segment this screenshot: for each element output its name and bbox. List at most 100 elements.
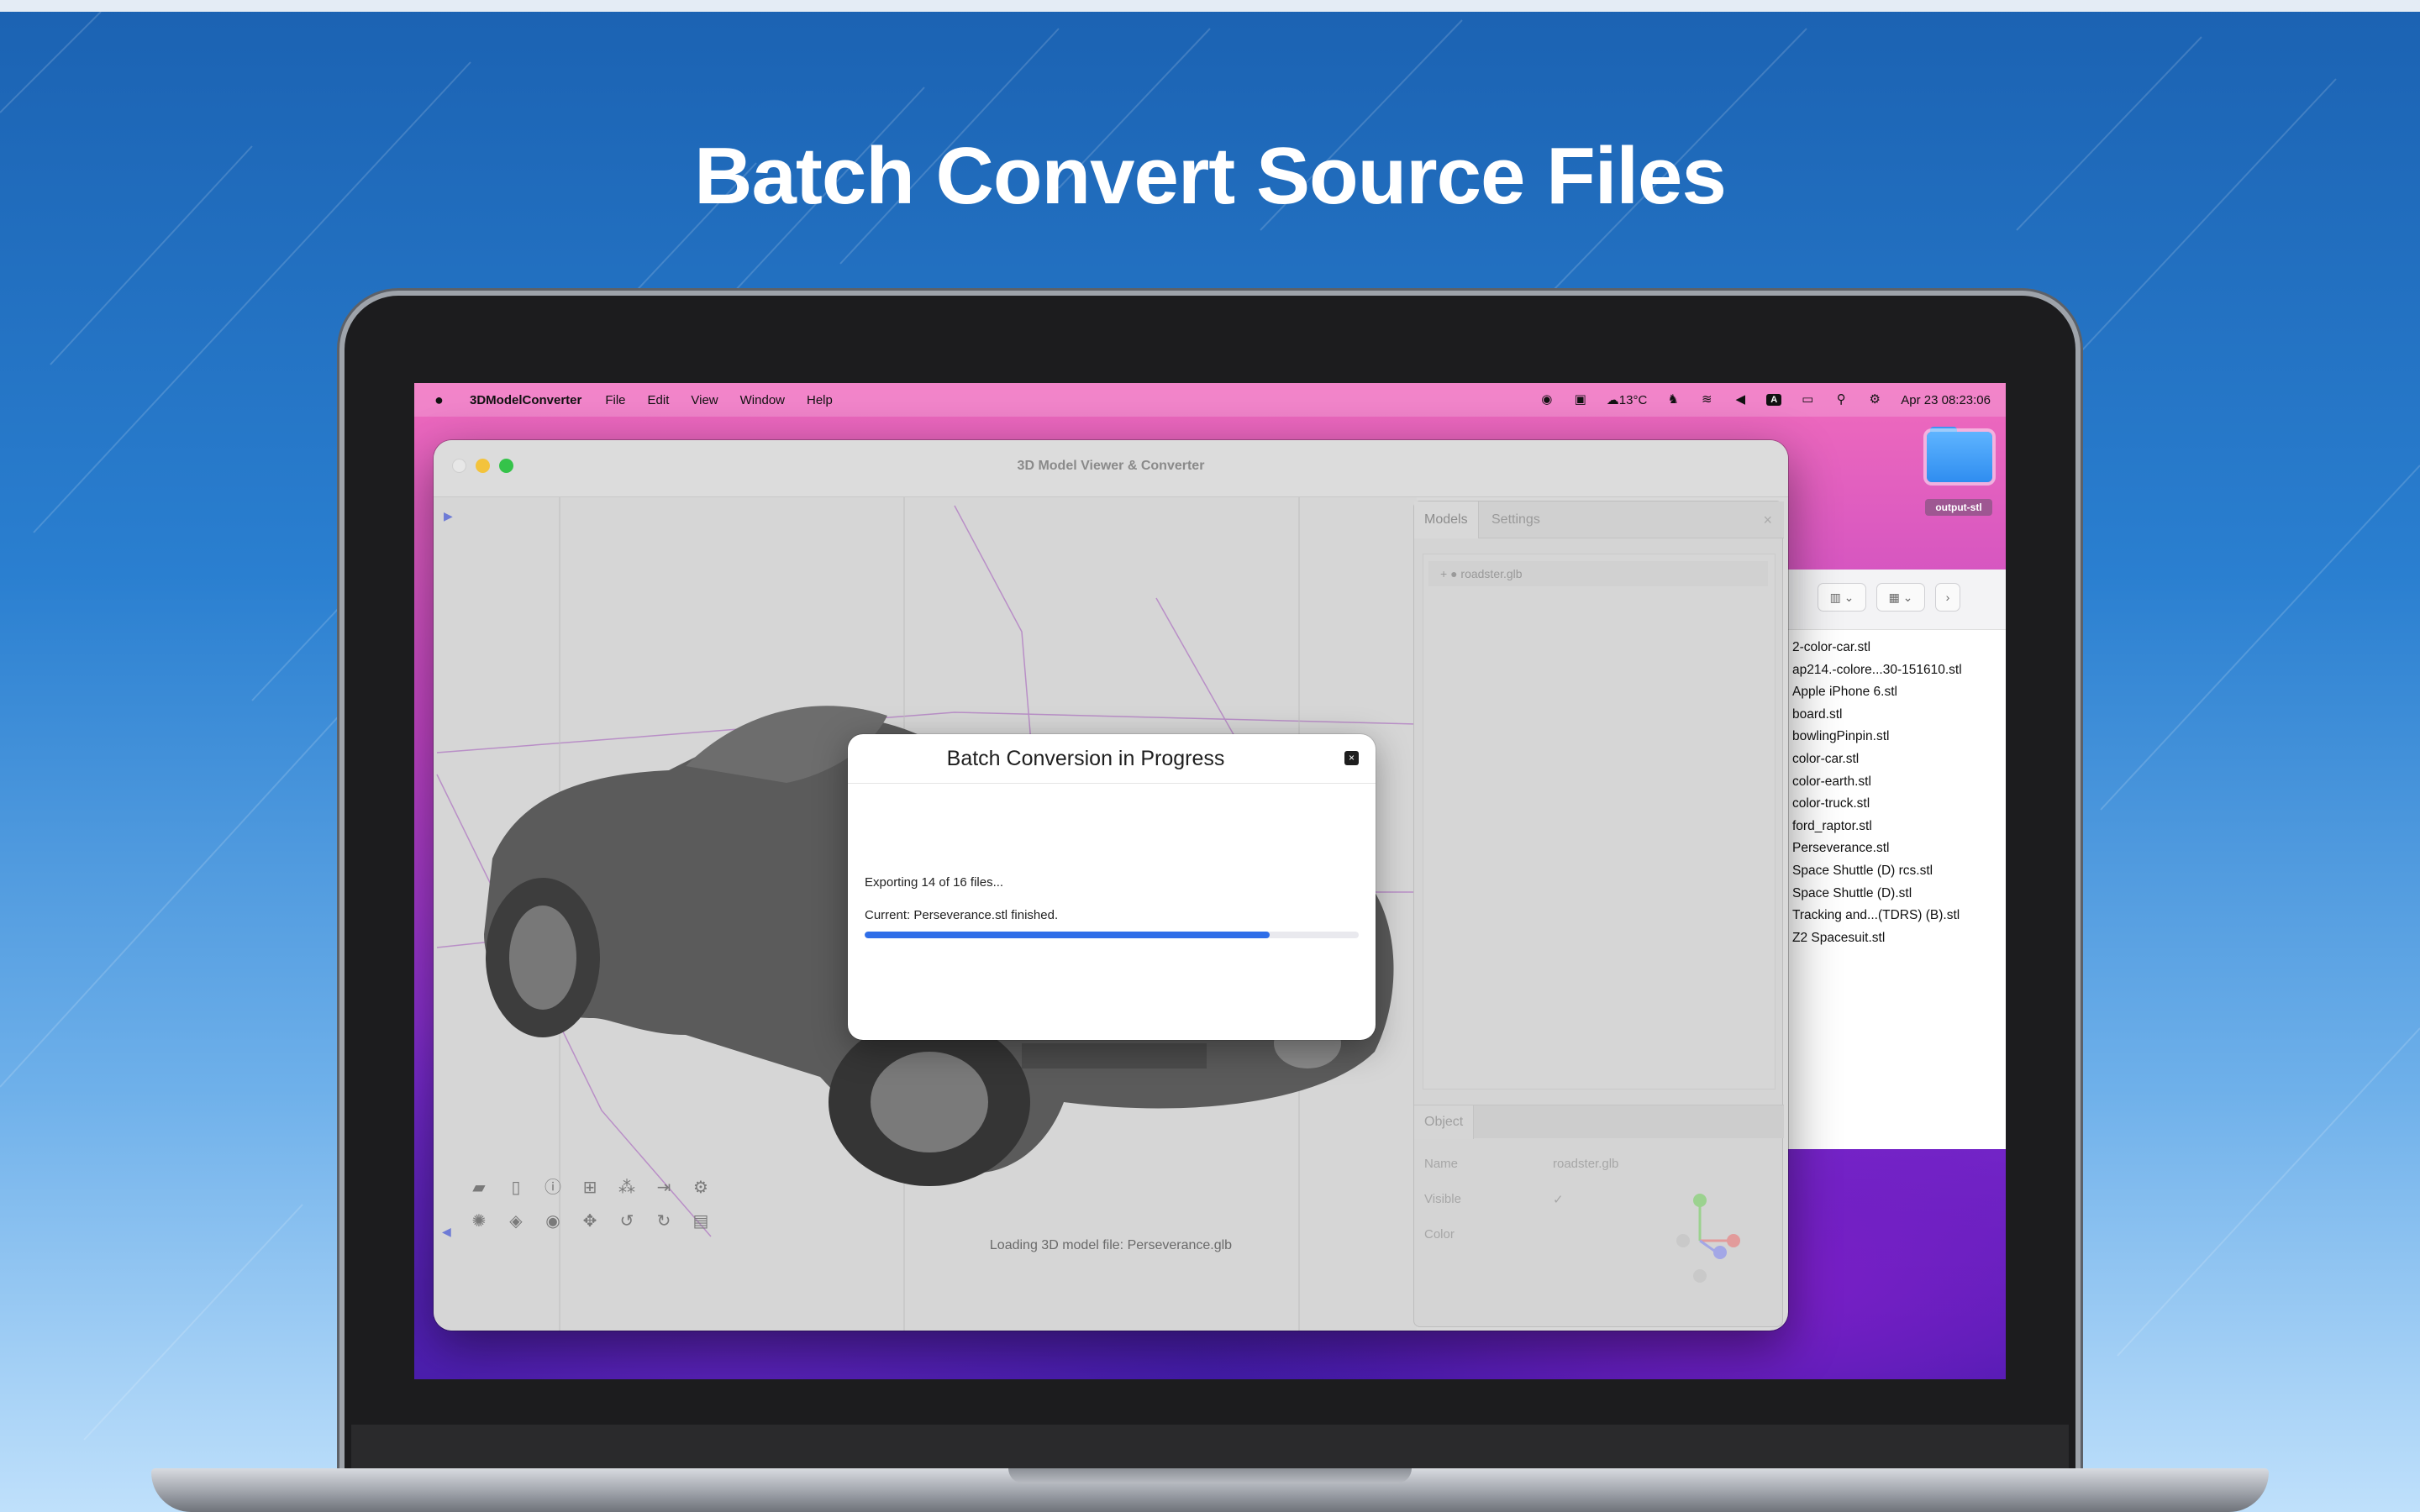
target-icon[interactable]: ◉ [541, 1210, 565, 1233]
file-name: 2-color-car.stl [1792, 640, 1871, 654]
object-header: Object [1414, 1105, 1784, 1139]
file-name: color-car.stl [1792, 751, 1860, 766]
weather-item[interactable]: ☁13°C [1607, 392, 1648, 407]
shapes-icon[interactable]: ⁂ [615, 1176, 639, 1200]
undo-icon[interactable]: ↺ [615, 1210, 639, 1233]
file-row[interactable]: Space Shuttle (D).stl [1750, 883, 2006, 906]
dialog-close-button[interactable]: × [1344, 751, 1359, 765]
file-row[interactable]: Perseverance.stl [1750, 837, 2006, 860]
file-row[interactable]: ap214.-colore...30-151610.stl [1750, 659, 2006, 682]
control-center-icon[interactable]: ⚙ [1867, 392, 1882, 407]
wifi-icon[interactable]: ≋ [1699, 392, 1714, 407]
file-name: color-earth.stl [1792, 774, 1871, 789]
input-source-badge[interactable]: A [1766, 394, 1782, 406]
texture-icon[interactable]: ✺ [467, 1210, 491, 1233]
progress-fill [865, 932, 1270, 938]
menu-edit[interactable]: Edit [648, 393, 670, 407]
apple-menu-icon[interactable]: ● [434, 392, 448, 407]
menu-file[interactable]: File [605, 393, 625, 407]
menu-app-name[interactable]: 3DModelConverter [470, 393, 581, 407]
file-row[interactable]: Space Shuttle (D) rcs.stl [1750, 860, 2006, 883]
display-icon[interactable]: ▣ [1573, 392, 1588, 407]
view-grid-icon[interactable]: ▦ ⌄ [1876, 583, 1925, 612]
tab-settings[interactable]: Settings [1481, 501, 1550, 538]
file-row[interactable]: color-car.stl [1750, 748, 2006, 771]
close-icon[interactable]: × [1763, 512, 1772, 529]
menu-clock[interactable]: Apr 23 08:23:06 [1901, 393, 1991, 407]
spotlight-search-icon[interactable]: ⚲ [1833, 392, 1849, 407]
prop-color-label: Color [1424, 1227, 1455, 1242]
file-row[interactable]: Z2 Spacesuit.stl [1750, 927, 2006, 950]
export-icon[interactable]: ⇥ [652, 1176, 676, 1200]
battery-icon[interactable]: ▭ [1800, 392, 1815, 407]
batch-progress-dialog: Batch Conversion in Progress × Exporting… [848, 734, 1376, 1040]
file-row[interactable]: Apple iPhone 6.stl [1750, 681, 2006, 704]
file-name: Perseverance.stl [1792, 841, 1890, 856]
file-row[interactable]: bowlingPinpin.stl [1750, 726, 2006, 748]
dialog-divider [848, 783, 1376, 784]
expand-arrow-icon[interactable]: ▶ [444, 509, 453, 523]
axes-gizmo-icon [1676, 1194, 1740, 1283]
redo-icon[interactable]: ↻ [652, 1210, 676, 1233]
cat-icon[interactable]: ♞ [1665, 392, 1681, 407]
side-panel: Models Settings × + ● roadster.glb Objec… [1413, 501, 1784, 1327]
finder-window: ▥ ⌄ ▦ ⌄ › 2-color-car.stl ap214.-colore..… [1750, 570, 2006, 1149]
side-panel-tabs: Models Settings × [1414, 501, 1784, 538]
menu-help[interactable]: Help [807, 393, 833, 407]
view-columns-icon[interactable]: ▥ ⌄ [1818, 583, 1866, 612]
laptop-chin [351, 1425, 2069, 1472]
file-name: Apple iPhone 6.stl [1792, 685, 1897, 700]
volume-icon[interactable]: ◀ [1733, 392, 1748, 407]
weather-temp: 13°C [1618, 393, 1648, 407]
trash-icon[interactable]: ▤ [689, 1210, 713, 1233]
prop-name-label: Name [1424, 1157, 1459, 1171]
file-row[interactable]: color-truck.stl [1750, 793, 2006, 816]
settings-icon[interactable]: ⚙ [689, 1176, 713, 1200]
grid-icon[interactable]: ⊞ [578, 1176, 602, 1200]
dialog-title: Batch Conversion in Progress [946, 747, 1225, 770]
desktop-folder[interactable]: output-stl [1923, 425, 1996, 519]
menu-view[interactable]: View [691, 393, 718, 407]
laptop-notch [1008, 1468, 1412, 1483]
file-name: Space Shuttle (D) rcs.stl [1792, 863, 1933, 878]
finder-file-list: 2-color-car.stl ap214.-colore...30-151610… [1750, 637, 2006, 949]
file-row[interactable]: color-earth.stl [1750, 771, 2006, 794]
file-name: Tracking and...(TDRS) (B).stl [1792, 908, 1960, 923]
window-title: 3D Model Viewer & Converter [1017, 459, 1205, 473]
current-file-text: Current: Perseverance.stl finished. [865, 908, 1059, 922]
export-count-text: Exporting 14 of 16 files... [865, 875, 1004, 890]
file-row[interactable]: board.stl [1750, 704, 2006, 727]
file-row[interactable]: 2-color-car.stl [1750, 637, 2006, 659]
file-row[interactable]: Tracking and...(TDRS) (B).stl [1750, 905, 2006, 927]
screen: ● 3DModelConverter File Edit View Window… [414, 383, 2006, 1379]
file-name: bowlingPinpin.stl [1792, 729, 1890, 744]
cube-icon[interactable]: ◈ [504, 1210, 528, 1233]
prop-name-value[interactable]: roadster.glb [1553, 1157, 1618, 1171]
new-file-icon[interactable]: ▯ [504, 1176, 528, 1200]
file-row[interactable]: ford_raptor.stl [1750, 816, 2006, 838]
file-name: Space Shuttle (D).stl [1792, 885, 1912, 900]
top-band [0, 0, 2420, 12]
status-app-icon[interactable]: ◉ [1539, 392, 1555, 407]
headline: Batch Convert Source Files [694, 131, 1727, 221]
tab-object[interactable]: Object [1414, 1105, 1475, 1139]
tab-models[interactable]: Models [1414, 501, 1479, 538]
model-row[interactable]: + ● roadster.glb [1428, 561, 1768, 586]
cloud-icon: ☁ [1606, 393, 1619, 407]
app-window: 3D Model Viewer & Converter ▶ ◀ ▰ ▯ ⓘ ⊞ … [434, 440, 1788, 1331]
info-icon[interactable]: ⓘ [541, 1176, 565, 1200]
collapse-arrow-icon[interactable]: ◀ [442, 1225, 451, 1239]
progress-bar [865, 932, 1359, 938]
models-list: + ● roadster.glb [1423, 554, 1776, 1089]
open-folder-icon[interactable]: ▰ [467, 1176, 491, 1200]
finder-toolbar: ▥ ⌄ ▦ ⌄ › [1750, 570, 2006, 630]
move-icon[interactable]: ✥ [578, 1210, 602, 1233]
visible-checkbox[interactable]: ✓ [1553, 1192, 1564, 1207]
menu-bar: ● 3DModelConverter File Edit View Window… [414, 383, 2006, 417]
more-icon[interactable]: › [1935, 583, 1960, 612]
file-name: color-truck.stl [1792, 796, 1870, 811]
menu-window[interactable]: Window [740, 393, 785, 407]
file-name: board.stl [1792, 706, 1843, 722]
file-name: ford_raptor.stl [1792, 818, 1872, 833]
file-name: Z2 Spacesuit.stl [1792, 930, 1886, 945]
